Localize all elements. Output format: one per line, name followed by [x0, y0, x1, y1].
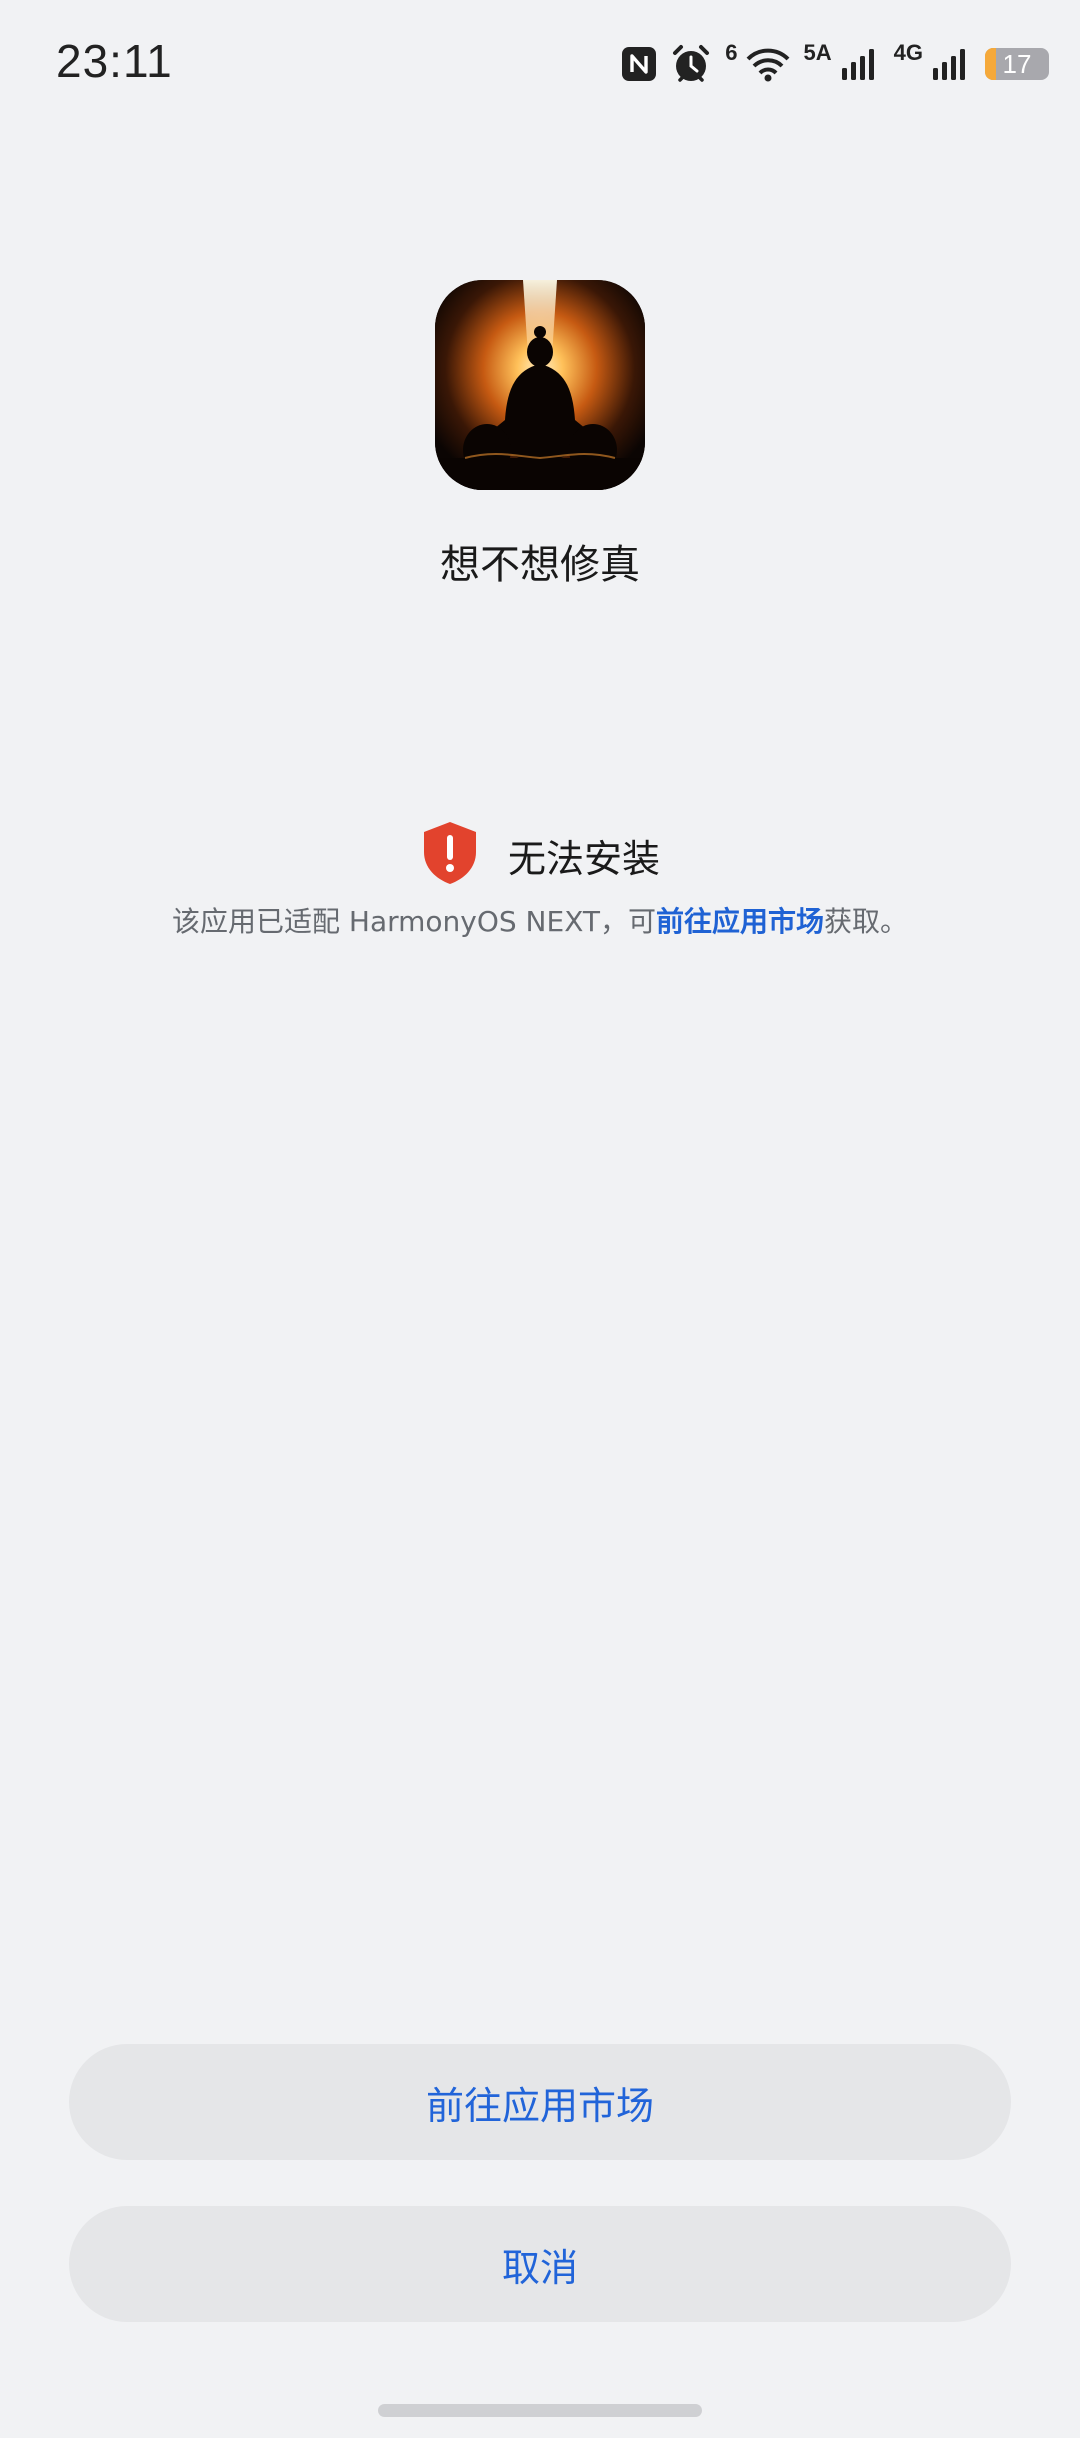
cancel-button[interactable]: 取消 — [69, 2206, 1011, 2322]
battery-level: 17 — [1002, 48, 1032, 79]
battery-fill — [985, 48, 996, 80]
signal-5a-label: 5A — [803, 40, 832, 65]
nfc-icon — [621, 46, 657, 82]
status-bar: 23:11 6 5A 4G 17 — [0, 0, 1080, 120]
install-error-header: 无法安装 — [0, 820, 1080, 890]
signal-5a-icon — [840, 46, 880, 82]
home-indicator[interactable] — [378, 2404, 702, 2417]
battery-icon: 17 — [985, 48, 1049, 80]
wifi-label: 6 — [725, 40, 738, 65]
warning-shield-icon — [420, 820, 480, 890]
signal-4g-label: 4G — [893, 40, 923, 65]
go-to-app-market-button[interactable]: 前往应用市场 — [69, 2044, 1011, 2160]
app-market-link[interactable]: 前往应用市场 — [656, 905, 824, 938]
install-dialog-screen: 23:11 6 5A 4G 17 想不想修真 无法安装 该应用已适配 Harmo… — [0, 0, 1080, 2438]
error-title: 无法安装 — [507, 836, 660, 881]
app-name: 想不想修真 — [440, 542, 640, 588]
error-description: 该应用已适配 HarmonyOS NEXT，可前往应用市场获取。 — [0, 900, 1080, 940]
error-description-text: 该应用已适配 HarmonyOS NEXT，可 — [171, 905, 656, 938]
signal-4g-icon — [931, 46, 971, 82]
status-time: 23:11 — [56, 35, 173, 87]
error-description-suffix: 获取。 — [824, 905, 909, 938]
wifi-icon — [746, 46, 790, 82]
meditating-figure-app-icon — [435, 280, 645, 490]
status-icons: 6 5A 4G 17 — [621, 40, 1049, 88]
battery-body: 17 — [985, 48, 1049, 80]
alarm-icon — [671, 44, 711, 84]
app-icon — [435, 280, 645, 490]
